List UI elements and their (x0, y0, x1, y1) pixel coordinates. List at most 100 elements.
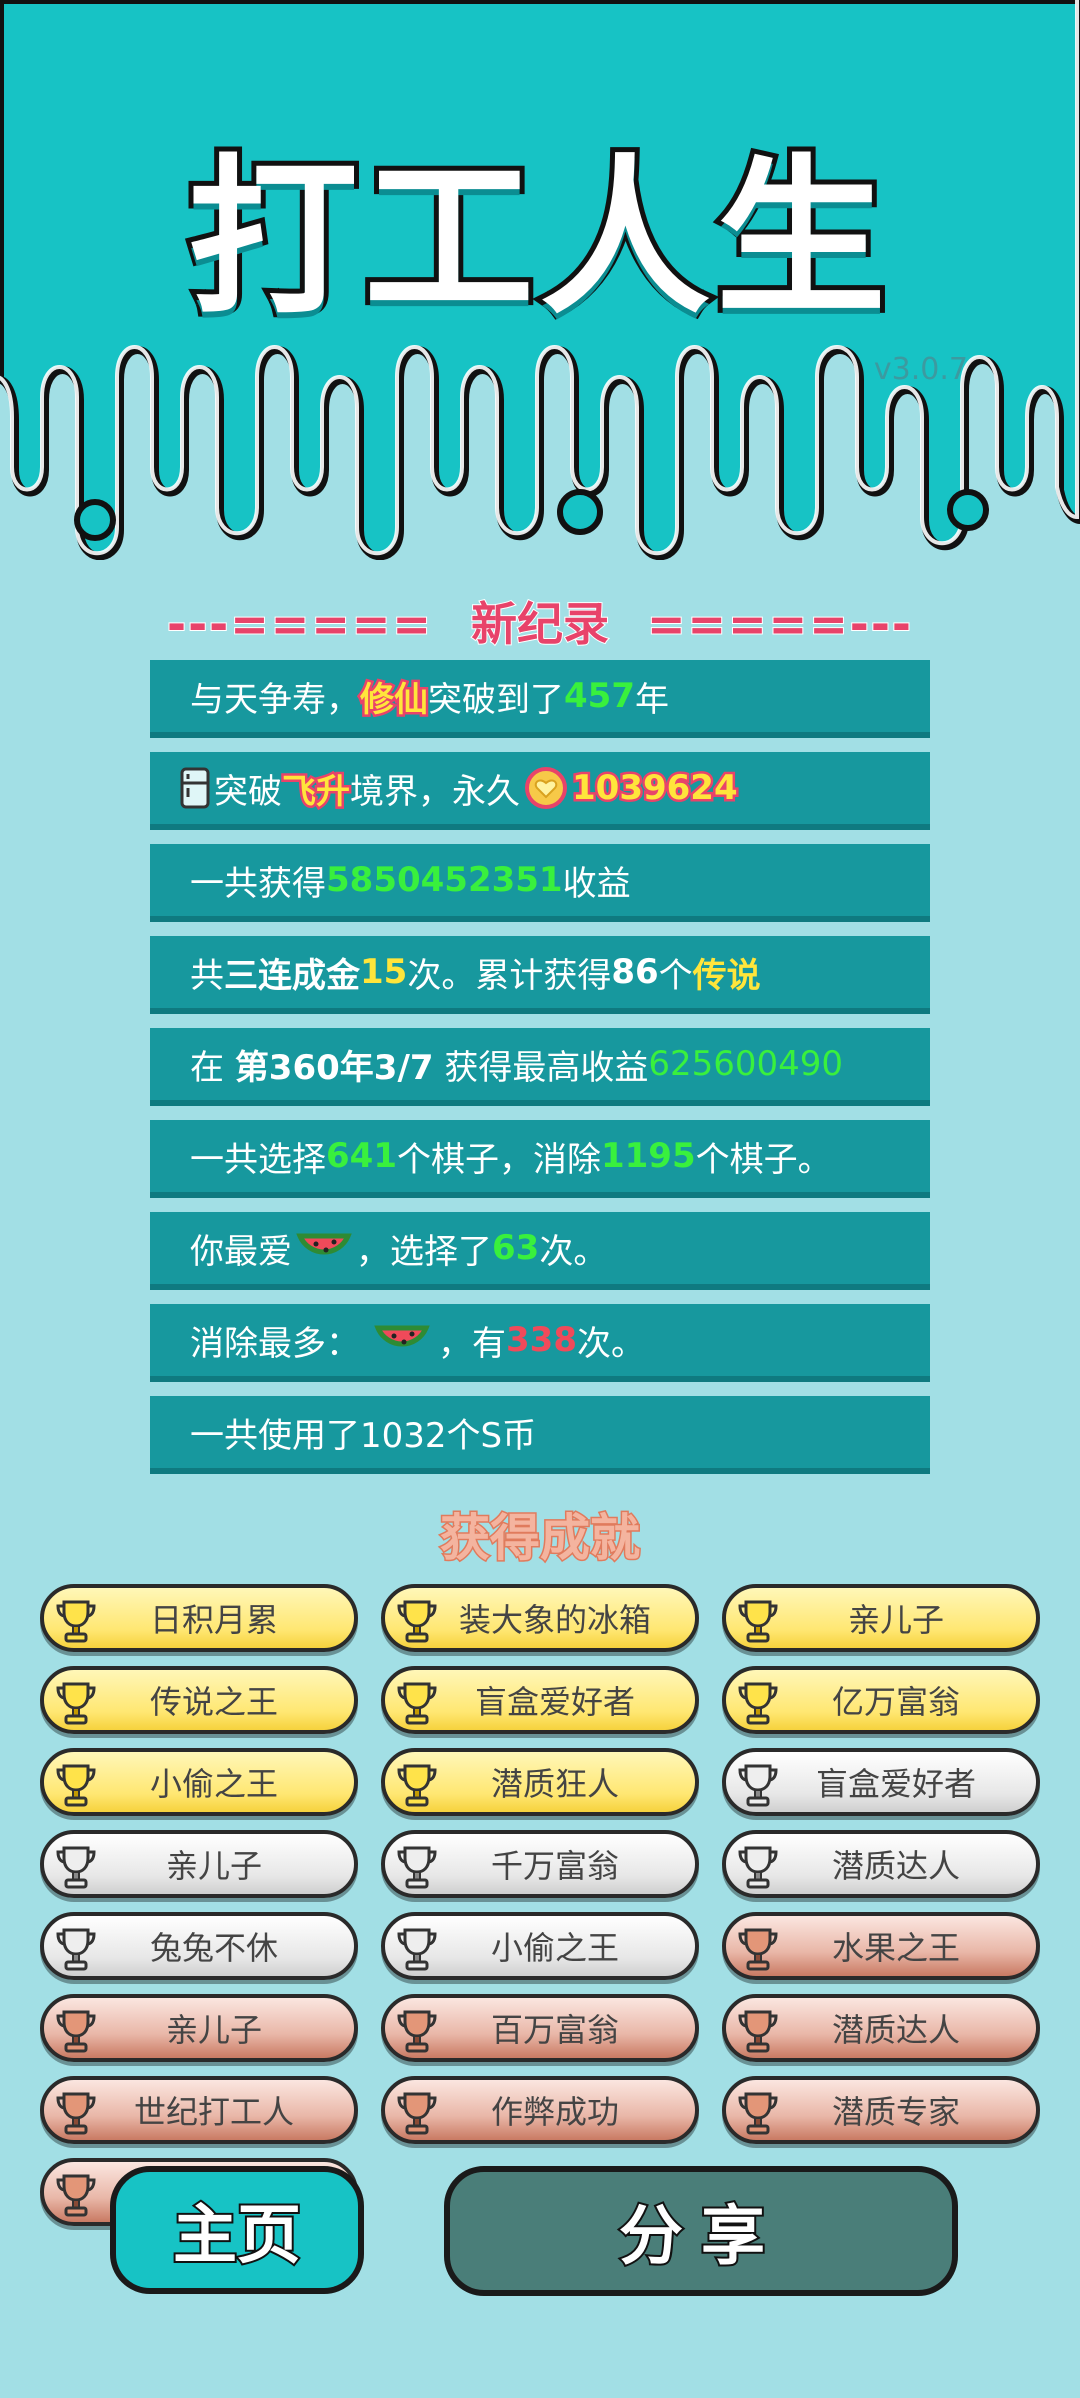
achievement-badge[interactable]: 世纪打工人 (40, 2076, 358, 2144)
record-text: 年 (634, 679, 669, 720)
achievement-label: 潜质达人 (831, 2011, 960, 2049)
achievement-badge[interactable]: 亲儿子 (40, 1830, 358, 1898)
record-text: 个棋子。 (695, 1139, 832, 1180)
app-title: 打工人生 (183, 135, 892, 343)
record-row: 一共获得 5850452351 收益 (150, 844, 930, 922)
record-number: 457 (564, 676, 635, 716)
trophy-icon (738, 1600, 778, 1643)
trophy-icon (397, 1928, 437, 1971)
achievement-label: 日积月累 (149, 1601, 278, 1639)
achievement-label: 小偷之王 (149, 1765, 278, 1803)
achievement-badge[interactable]: 潜质狂人 (381, 1748, 699, 1816)
achievement-badge[interactable]: 小偷之王 (381, 1912, 699, 1980)
record-text: 突破到了 (428, 679, 564, 720)
record-row: 突破 飞升 境界，永久 1039624 (150, 752, 930, 830)
record-highlight: 传说 (692, 955, 761, 996)
record-text: 次。 (539, 1231, 608, 1272)
record-text: 在 (190, 1047, 235, 1088)
trophy-icon (738, 1764, 778, 1807)
record-text: 个棋子，消除 (396, 1139, 601, 1180)
achievement-label: 千万富翁 (490, 1847, 619, 1885)
record-text: ，有 (438, 1323, 506, 1364)
record-number: 1039624 (570, 766, 741, 811)
watermelon-icon (374, 1325, 430, 1347)
record-text: 突破 (214, 771, 282, 812)
achievements-title: 获得成就 (439, 1508, 642, 1569)
trophy-icon (56, 1600, 96, 1643)
trophy-icon (397, 1764, 437, 1807)
achievement-label: 兔兔不休 (149, 1929, 278, 1967)
trophy-icon (397, 2092, 437, 2135)
achievement-badge[interactable]: 传说之王 (40, 1666, 358, 1734)
banner-right-dash: =====--- (646, 596, 914, 652)
record-number: 5850452351 (326, 860, 563, 900)
record-list: 与天争寿， 修仙 突破到了 457 年 突破 飞升 境界，永久 1039624 一共获得 58… (150, 660, 930, 1488)
trophy-icon (56, 2092, 96, 2135)
record-text: 境界，永久 (350, 771, 520, 812)
fridge-icon (180, 767, 210, 809)
trophy-icon (397, 1682, 437, 1725)
banner-title: 新纪录 (470, 596, 610, 652)
record-highlight: 修仙 (358, 677, 431, 722)
trophy-icon (56, 1928, 96, 1971)
header: 打工人生 v3.0.7 (0, 0, 1080, 560)
achievement-label: 百万富翁 (490, 2011, 619, 2049)
trophy-icon (397, 1600, 437, 1643)
achievement-label: 小偷之王 (490, 1929, 619, 1967)
record-text: 共 (190, 955, 224, 996)
achievement-badge[interactable]: 千万富翁 (381, 1830, 699, 1898)
coin-heart-icon (525, 767, 567, 809)
achievement-badge[interactable]: 亲儿子 (722, 1584, 1040, 1652)
share-button[interactable]: 分享 (444, 2166, 958, 2296)
achievement-badge[interactable]: 百万富翁 (381, 1994, 699, 2062)
achievement-label: 盲盒爱好者 (815, 1765, 976, 1803)
record-text: 次。 (576, 1323, 645, 1364)
achievement-grid: 日积月累 装大象的冰箱 亲儿子 传说之王 盲盒爱好者 亿万富翁 小偷之王 潜质狂人 盲盒爱好者亲… (40, 1584, 1040, 2226)
achievement-badge[interactable]: 潜质达人 (722, 1994, 1040, 2062)
trophy-icon (738, 1928, 778, 1971)
achievement-label: 潜质达人 (831, 1847, 960, 1885)
achievement-label: 世纪打工人 (133, 2093, 294, 2131)
watermelon-icon (296, 1233, 352, 1255)
banner-left-dash: ---===== (166, 596, 433, 652)
achievement-badge[interactable]: 盲盒爱好者 (722, 1748, 1040, 1816)
trophy-icon (56, 1846, 96, 1889)
record-number: 86 (611, 952, 659, 992)
achievement-badge[interactable]: 小偷之王 (40, 1748, 358, 1816)
trophy-icon (738, 2010, 778, 2053)
achievement-label: 装大象的冰箱 (458, 1601, 651, 1639)
achievement-label: 亲儿子 (165, 1847, 262, 1885)
achievement-badge[interactable]: 水果之王 (722, 1912, 1040, 1980)
achievement-badge[interactable]: 亿万富翁 (722, 1666, 1040, 1734)
record-highlight: 飞升 (280, 769, 353, 814)
achievement-badge[interactable]: 潜质达人 (722, 1830, 1040, 1898)
achievement-label: 盲盒爱好者 (474, 1683, 635, 1721)
home-button[interactable]: 主页 (110, 2166, 364, 2294)
achievement-badge[interactable]: 日积月累 (40, 1584, 358, 1652)
record-number: 15 (360, 952, 408, 992)
achievement-badge[interactable]: 装大象的冰箱 (381, 1584, 699, 1652)
record-text: 一共获得 (190, 863, 326, 904)
record-text: ，选择了 (356, 1231, 492, 1272)
achievement-badge[interactable]: 兔兔不休 (40, 1912, 358, 1980)
trophy-icon (397, 1846, 437, 1889)
record-text: 次。累计获得 (407, 955, 612, 996)
record-row: 与天争寿， 修仙 突破到了 457 年 (150, 660, 930, 738)
record-row: 一共使用了1032个S币 (150, 1396, 930, 1474)
record-number: 1195 (600, 1136, 696, 1176)
record-number: 641 (326, 1136, 397, 1176)
achievement-badge[interactable]: 亲儿子 (40, 1994, 358, 2062)
achievement-badge[interactable]: 作弊成功 (381, 2076, 699, 2144)
achievement-label: 亿万富翁 (831, 1683, 960, 1721)
record-text: 一共使用了1032个S币 (190, 1415, 537, 1456)
achievement-label: 作弊成功 (490, 2093, 619, 2131)
achievement-badge[interactable]: 潜质专家 (722, 2076, 1040, 2144)
achievement-label: 亲儿子 (165, 2011, 262, 2049)
trophy-icon (738, 2092, 778, 2135)
achievement-label: 亲儿子 (847, 1601, 944, 1639)
achievement-label: 传说之王 (149, 1683, 278, 1721)
record-text: 消除最多： (190, 1323, 360, 1364)
record-row: 你最爱 ，选择了 63 次。 (150, 1212, 930, 1290)
achievement-badge[interactable]: 盲盒爱好者 (381, 1666, 699, 1734)
record-number: 63 (492, 1228, 540, 1268)
